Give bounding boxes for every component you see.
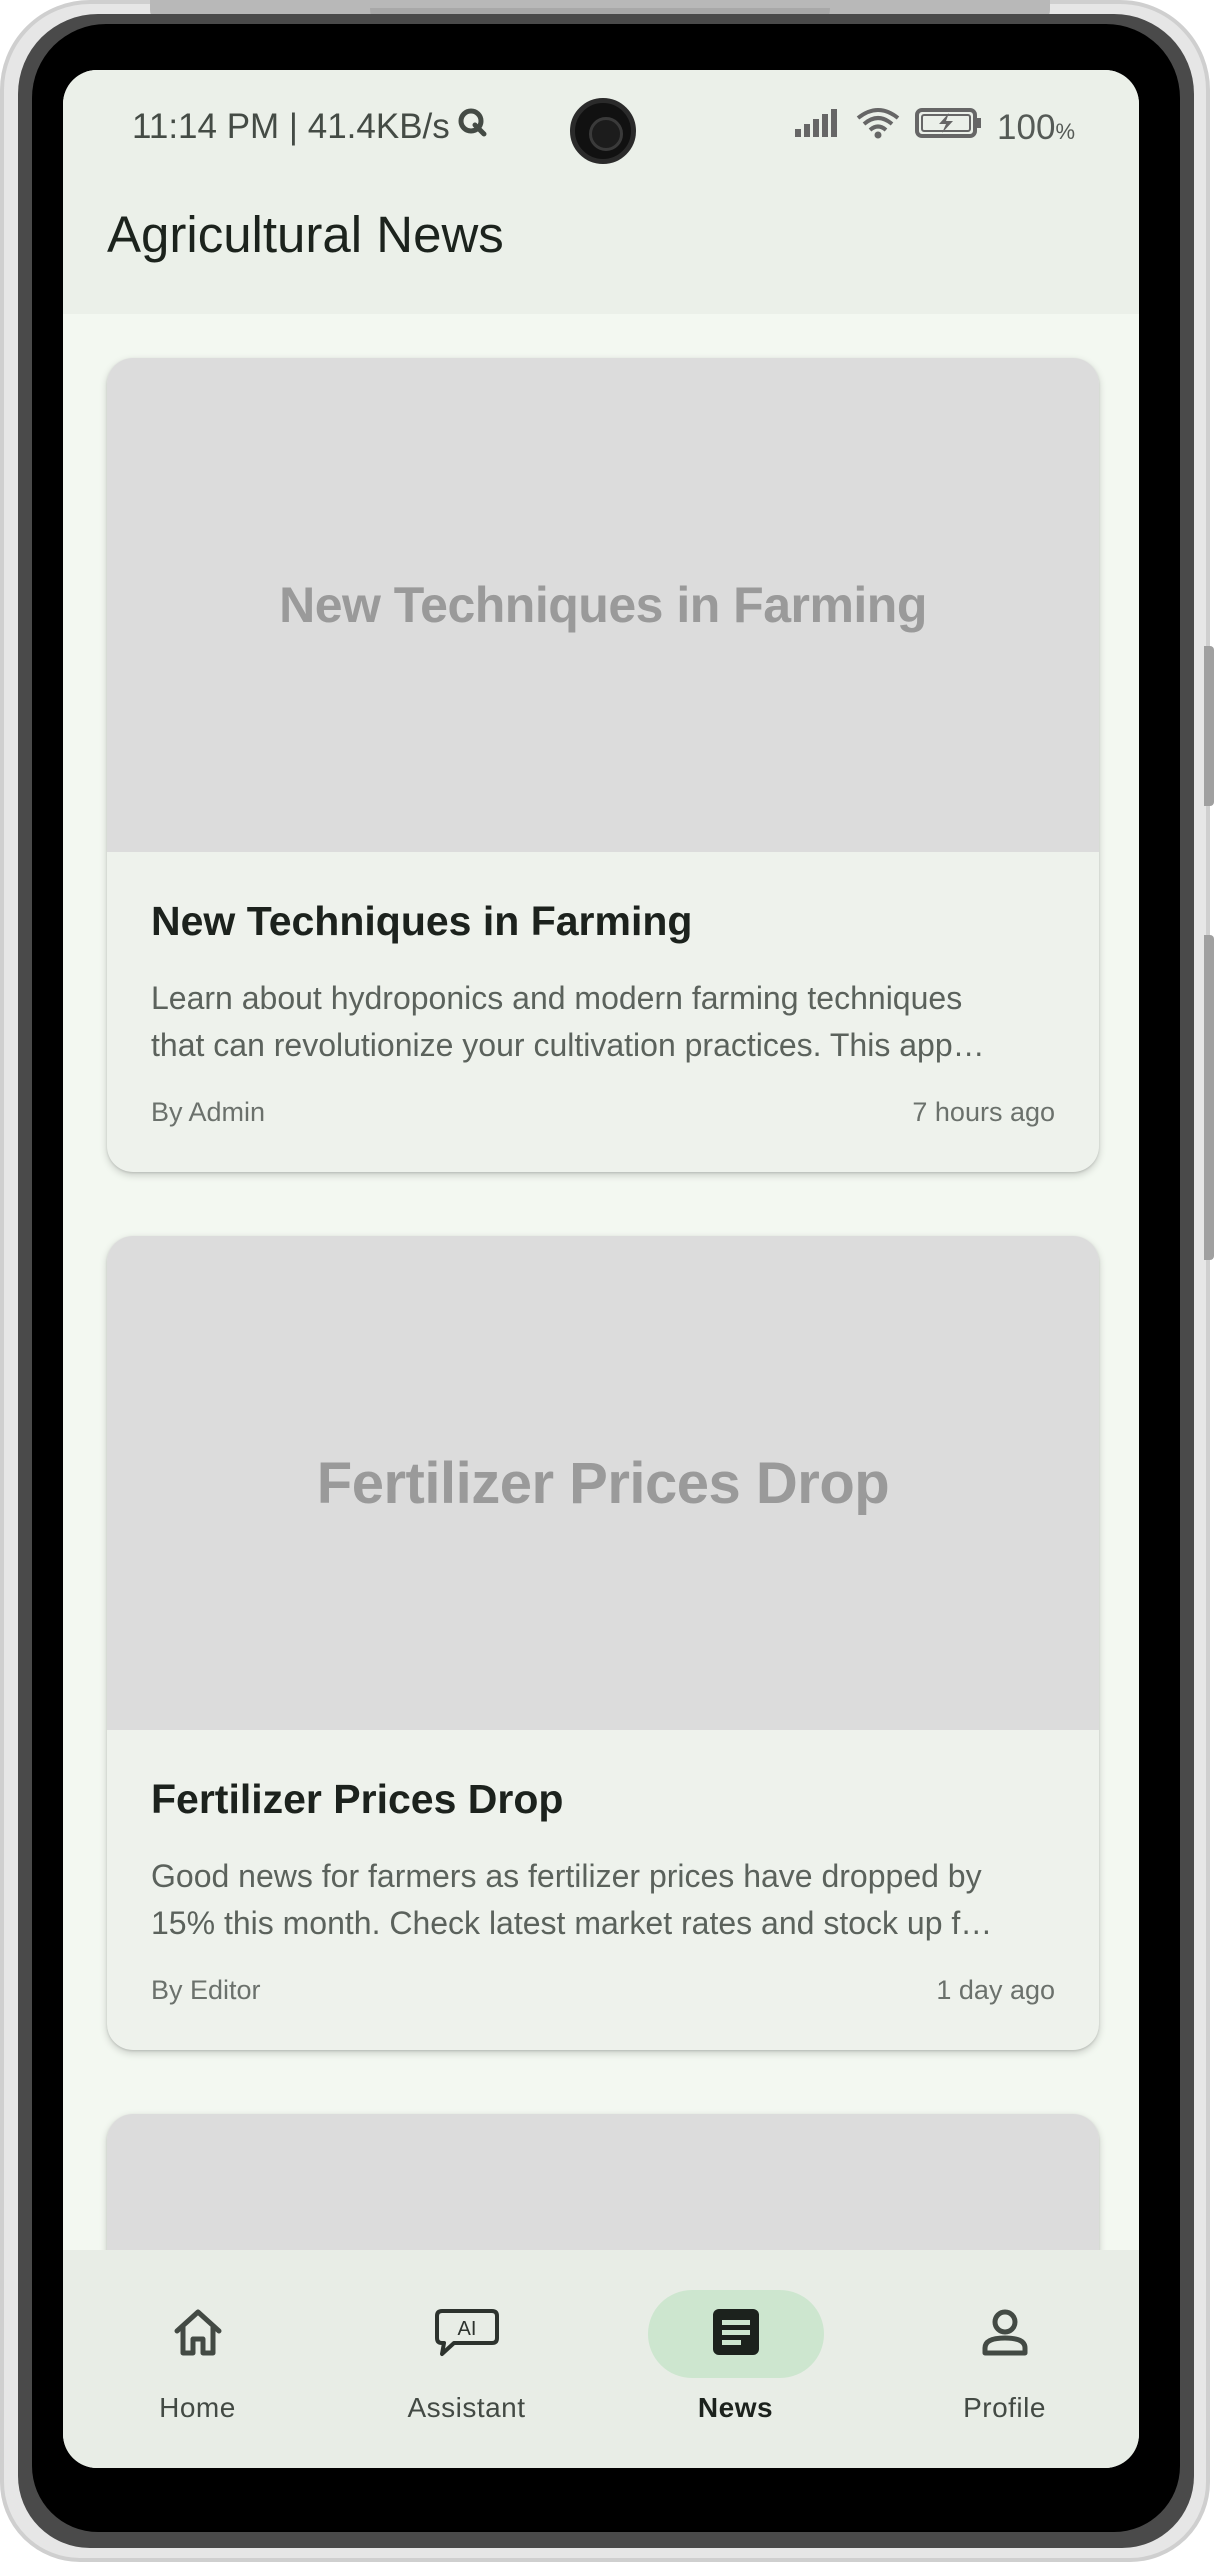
news-meta: By Editor 1 day ago xyxy=(151,1975,1055,2006)
news-image-caption: Fertilizer Prices Drop xyxy=(316,1450,890,1516)
news-image-placeholder: New Techniques in Farming xyxy=(107,358,1099,852)
nav-news[interactable]: News xyxy=(601,2250,870,2468)
svg-text:AI: AI xyxy=(457,2318,476,2340)
news-meta: By Admin 7 hours ago xyxy=(151,1097,1055,1128)
nav-active-indicator xyxy=(647,2290,824,2378)
news-excerpt: Learn about hydroponics and modern farmi… xyxy=(151,980,985,1063)
news-list[interactable]: New Techniques in Farming New Techniques… xyxy=(63,314,1139,2314)
news-card-body: Fertilizer Prices Drop Good news for far… xyxy=(107,1730,1099,2050)
volume-button xyxy=(1204,646,1214,806)
nav-assistant[interactable]: AI Assistant xyxy=(332,2250,601,2468)
news-title: New Techniques in Farming xyxy=(151,898,693,944)
status-right: 100% xyxy=(793,106,1075,149)
nav-label: Profile xyxy=(963,2392,1046,2423)
news-time: 7 hours ago xyxy=(912,1097,1055,1127)
battery-charging-icon xyxy=(915,107,983,148)
nav-profile[interactable]: Profile xyxy=(870,2250,1139,2468)
news-image-placeholder: Fertilizer Prices Drop xyxy=(107,1236,1099,1730)
status-left: 11:14 PM | 41.4KB/s xyxy=(132,106,488,147)
nav-label: Home xyxy=(159,2392,236,2423)
nav-home[interactable]: Home xyxy=(63,2250,332,2468)
article-icon xyxy=(711,2307,761,2362)
news-image-caption: New Techniques in Farming xyxy=(279,577,927,633)
status-bar: 11:14 PM | 41.4KB/s 100% xyxy=(63,70,1139,190)
battery-percentage: 100% xyxy=(997,107,1075,147)
news-time: 1 day ago xyxy=(936,1975,1055,2005)
power-button xyxy=(1204,935,1214,1260)
wifi-icon xyxy=(855,106,901,149)
home-icon xyxy=(171,2307,225,2362)
news-card-body: New Techniques in Farming Learn about hy… xyxy=(107,852,1099,1172)
signal-icon xyxy=(793,107,841,148)
front-camera xyxy=(570,98,636,164)
nav-label: Assistant xyxy=(407,2392,526,2423)
news-title: Fertilizer Prices Drop xyxy=(151,1776,564,1822)
status-time: 11:14 PM | 41.4KB/s xyxy=(132,106,450,146)
nav-label: News xyxy=(697,2392,774,2423)
news-card[interactable]: New Techniques in Farming New Techniques… xyxy=(107,358,1099,1172)
app-screen: 11:14 PM | 41.4KB/s 100% Agricultural Ne… xyxy=(63,70,1139,2468)
news-author: By Admin xyxy=(151,1097,266,1127)
person-icon xyxy=(980,2307,1030,2362)
page-title: Agricultural News xyxy=(107,206,504,263)
news-card[interactable]: Fertilizer Prices Drop Fertilizer Prices… xyxy=(107,1236,1099,2050)
ai-chat-icon: AI xyxy=(434,2307,500,2362)
bottom-navigation: Home AI Assistant News Profile xyxy=(63,2250,1139,2468)
news-author: By Editor xyxy=(151,1975,261,2005)
news-excerpt: Good news for farmers as fertilizer pric… xyxy=(151,1858,993,1941)
q-app-icon xyxy=(456,106,488,147)
